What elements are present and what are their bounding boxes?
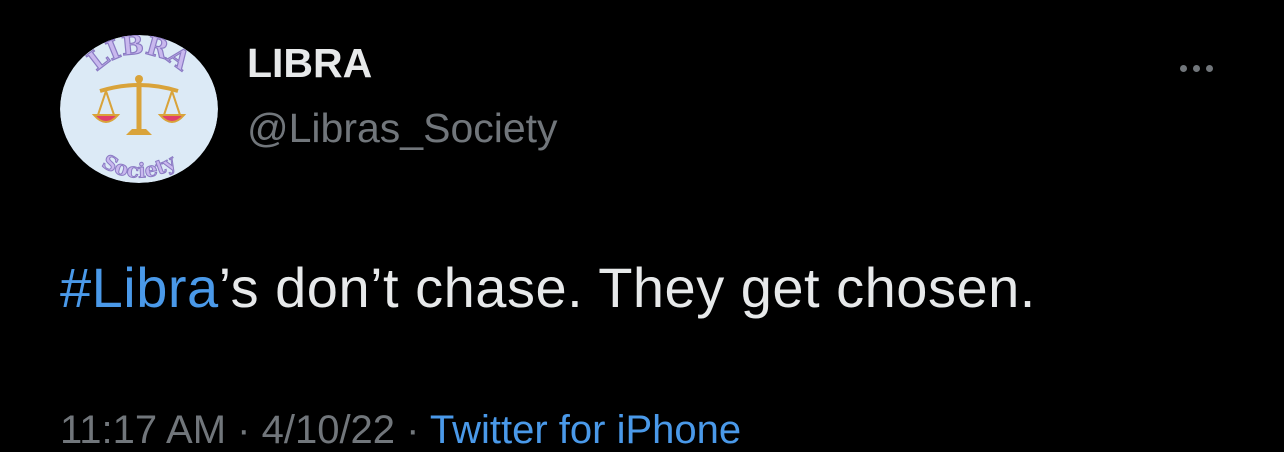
tweet-text: #Libra’s don’t chase. They get chosen. <box>60 256 1036 320</box>
more-options-icon[interactable] <box>1170 54 1222 82</box>
avatar[interactable]: LIBRA Society <box>60 35 218 183</box>
tweet-time[interactable]: 11:17 AM <box>60 408 226 452</box>
tweet-text-body: ’s don’t chase. They get chosen. <box>218 256 1036 319</box>
user-handle[interactable]: @Libras_Society <box>247 108 558 149</box>
tweet-date[interactable]: 4/10/22 <box>262 408 395 452</box>
more-dot <box>1205 64 1213 72</box>
meta-separator: · <box>395 408 430 452</box>
more-dot <box>1179 64 1187 72</box>
more-dot <box>1192 64 1200 72</box>
display-name[interactable]: LIBRA <box>247 43 372 84</box>
meta-separator: · <box>226 408 262 452</box>
tweet-source-link[interactable]: Twitter for iPhone <box>430 408 741 452</box>
libra-scale-logo-icon: LIBRA Society <box>60 35 218 183</box>
hashtag-link[interactable]: #Libra <box>60 256 219 319</box>
tweet: LIBRA Society LIBRA @Libras_Society #Lib <box>0 0 1284 450</box>
tweet-meta: 11:17 AM · 4/10/22 · Twitter for iPhone <box>60 410 741 450</box>
